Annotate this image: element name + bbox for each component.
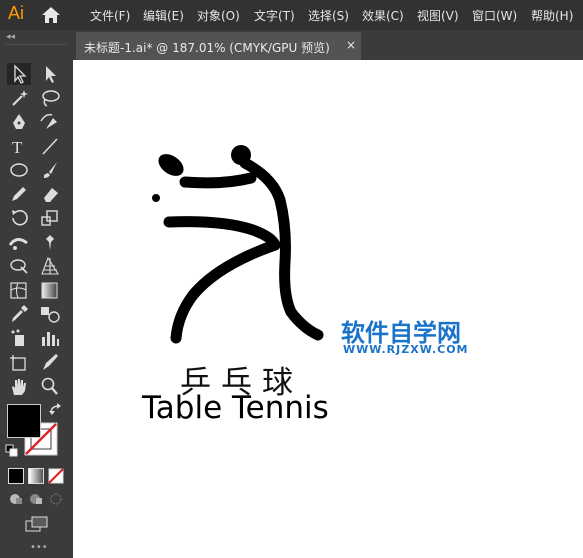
none-mode-button[interactable] bbox=[48, 468, 64, 484]
slice-tool-icon[interactable] bbox=[38, 351, 62, 373]
gradient-tool-icon[interactable] bbox=[38, 279, 62, 301]
draw-inside-icon[interactable] bbox=[48, 492, 64, 506]
type-tool-icon[interactable]: T bbox=[7, 135, 31, 157]
gradient-mode-button[interactable] bbox=[28, 468, 44, 484]
home-icon[interactable] bbox=[40, 6, 62, 24]
color-mode-button[interactable] bbox=[8, 468, 24, 484]
draw-behind-icon[interactable] bbox=[28, 492, 44, 506]
menu-file[interactable]: 文件(F) bbox=[90, 7, 130, 24]
rotate-tool-icon[interactable] bbox=[7, 207, 31, 229]
svg-text:T: T bbox=[12, 138, 23, 157]
selection-tool-icon[interactable] bbox=[7, 63, 31, 85]
pencil-tool-icon[interactable] bbox=[7, 183, 31, 205]
pen-tool-icon[interactable] bbox=[7, 111, 31, 133]
paintbrush-tool-icon[interactable] bbox=[38, 159, 62, 181]
menu-object[interactable]: 对象(O) bbox=[197, 7, 240, 24]
zoom-tool-icon[interactable] bbox=[38, 375, 62, 397]
default-fill-stroke-icon[interactable] bbox=[5, 444, 19, 458]
shape-builder-tool-icon[interactable] bbox=[7, 255, 31, 277]
table-tennis-pictogram[interactable] bbox=[73, 60, 583, 558]
menu-window[interactable]: 窗口(W) bbox=[472, 7, 517, 24]
tools-panel: ◂◂ T ••• bbox=[0, 30, 73, 558]
perspective-grid-tool-icon[interactable] bbox=[38, 255, 62, 277]
watermark-url: WWW.RJZXW.COM bbox=[343, 343, 469, 356]
column-graph-tool-icon[interactable] bbox=[38, 327, 62, 349]
fill-color-swatch[interactable] bbox=[7, 404, 41, 438]
swap-fill-stroke-icon[interactable] bbox=[48, 402, 64, 418]
menu-view[interactable]: 视图(V) bbox=[417, 7, 459, 24]
line-tool-icon[interactable] bbox=[38, 135, 62, 157]
eraser-tool-icon[interactable] bbox=[38, 183, 62, 205]
menu-type[interactable]: 文字(T) bbox=[254, 7, 295, 24]
document-tab[interactable]: 未标题-1.ai* @ 187.01% (CMYK/GPU 预览) × bbox=[76, 32, 361, 60]
document-tab-bar: 未标题-1.ai* @ 187.01% (CMYK/GPU 预览) × bbox=[73, 30, 583, 60]
document-tab-title: 未标题-1.ai* @ 187.01% (CMYK/GPU 预览) bbox=[84, 41, 330, 55]
menu-help[interactable]: 帮助(H) bbox=[531, 7, 573, 24]
menu-bar: Ai 文件(F) 编辑(E) 对象(O) 文字(T) 选择(S) 效果(C) 视… bbox=[0, 0, 583, 30]
symbol-sprayer-tool-icon[interactable] bbox=[7, 327, 31, 349]
blend-tool-icon[interactable] bbox=[38, 303, 62, 325]
menu-select[interactable]: 选择(S) bbox=[308, 7, 349, 24]
hand-tool-icon[interactable] bbox=[7, 375, 31, 397]
toolbar-divider bbox=[4, 44, 68, 45]
artwork-english-label: Table Tennis bbox=[142, 390, 329, 426]
draw-normal-icon[interactable] bbox=[8, 492, 24, 506]
artboard-tool-icon[interactable] bbox=[7, 351, 31, 373]
scale-tool-icon[interactable] bbox=[38, 207, 62, 229]
width-tool-icon[interactable] bbox=[7, 231, 31, 253]
eyedropper-tool-icon[interactable] bbox=[7, 303, 31, 325]
screen-mode-icon[interactable] bbox=[25, 516, 49, 532]
artboard-canvas[interactable]: 乒乓球 Table Tennis 软件自学网 WWW.RJZXW.COM bbox=[73, 60, 583, 558]
direct-selection-tool-icon[interactable] bbox=[38, 63, 62, 85]
close-icon[interactable]: × bbox=[346, 38, 356, 52]
collapse-panel-icon[interactable]: ◂◂ bbox=[6, 32, 15, 42]
magic-wand-tool-icon[interactable] bbox=[7, 87, 31, 109]
menu-effect[interactable]: 效果(C) bbox=[362, 7, 404, 24]
app-logo: Ai bbox=[8, 3, 25, 23]
ellipse-tool-icon[interactable] bbox=[7, 159, 31, 181]
menu-edit[interactable]: 编辑(E) bbox=[143, 7, 184, 24]
more-tools-icon[interactable]: ••• bbox=[30, 542, 48, 553]
mesh-tool-icon[interactable] bbox=[7, 279, 31, 301]
puppet-warp-tool-icon[interactable] bbox=[38, 231, 62, 253]
lasso-tool-icon[interactable] bbox=[38, 87, 62, 109]
curvature-tool-icon[interactable] bbox=[38, 111, 62, 133]
